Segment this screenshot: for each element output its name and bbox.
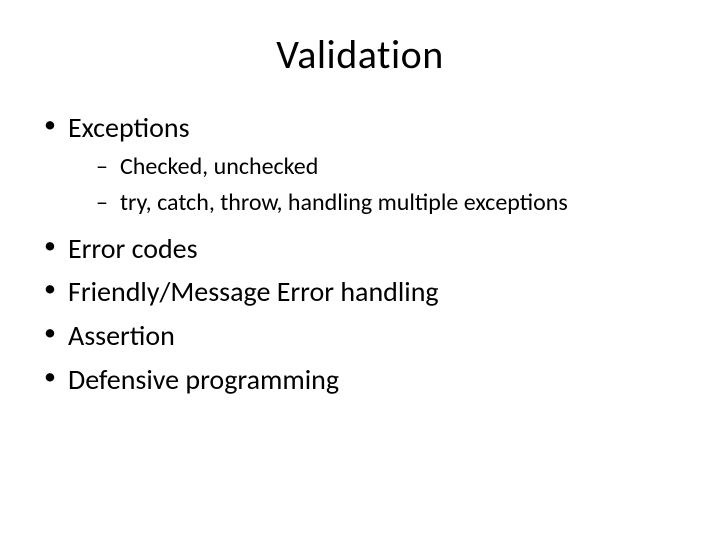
bullet-text: Friendly/Message Error handling — [68, 274, 439, 309]
sub-bullet-text: Checked, unchecked — [120, 152, 318, 181]
bullet-exceptions: Exceptions Checked, unchecked try, catch… — [40, 109, 680, 220]
sub-bullet-checked: Checked, unchecked — [68, 151, 680, 183]
slide-title: Validation — [40, 30, 680, 79]
bullet-text: Exceptions — [68, 110, 190, 145]
sub-bullet-try-catch: try, catch, throw, handling multiple exc… — [68, 187, 680, 219]
bullet-defensive-programming: Defensive programming — [40, 361, 680, 399]
bullet-friendly-message: Friendly/Message Error handling — [40, 273, 680, 311]
bullet-assertion: Assertion — [40, 317, 680, 355]
sub-bullet-list: Checked, unchecked try, catch, throw, ha… — [68, 151, 680, 220]
bullet-error-codes: Error codes — [40, 230, 680, 268]
slide: Validation Exceptions Checked, unchecked… — [0, 0, 720, 540]
bullet-text: Assertion — [68, 318, 175, 353]
bullet-text: Defensive programming — [68, 362, 339, 397]
bullet-text: Error codes — [68, 231, 198, 266]
sub-bullet-text: try, catch, throw, handling multiple exc… — [120, 188, 568, 217]
bullet-list: Exceptions Checked, unchecked try, catch… — [40, 109, 680, 399]
